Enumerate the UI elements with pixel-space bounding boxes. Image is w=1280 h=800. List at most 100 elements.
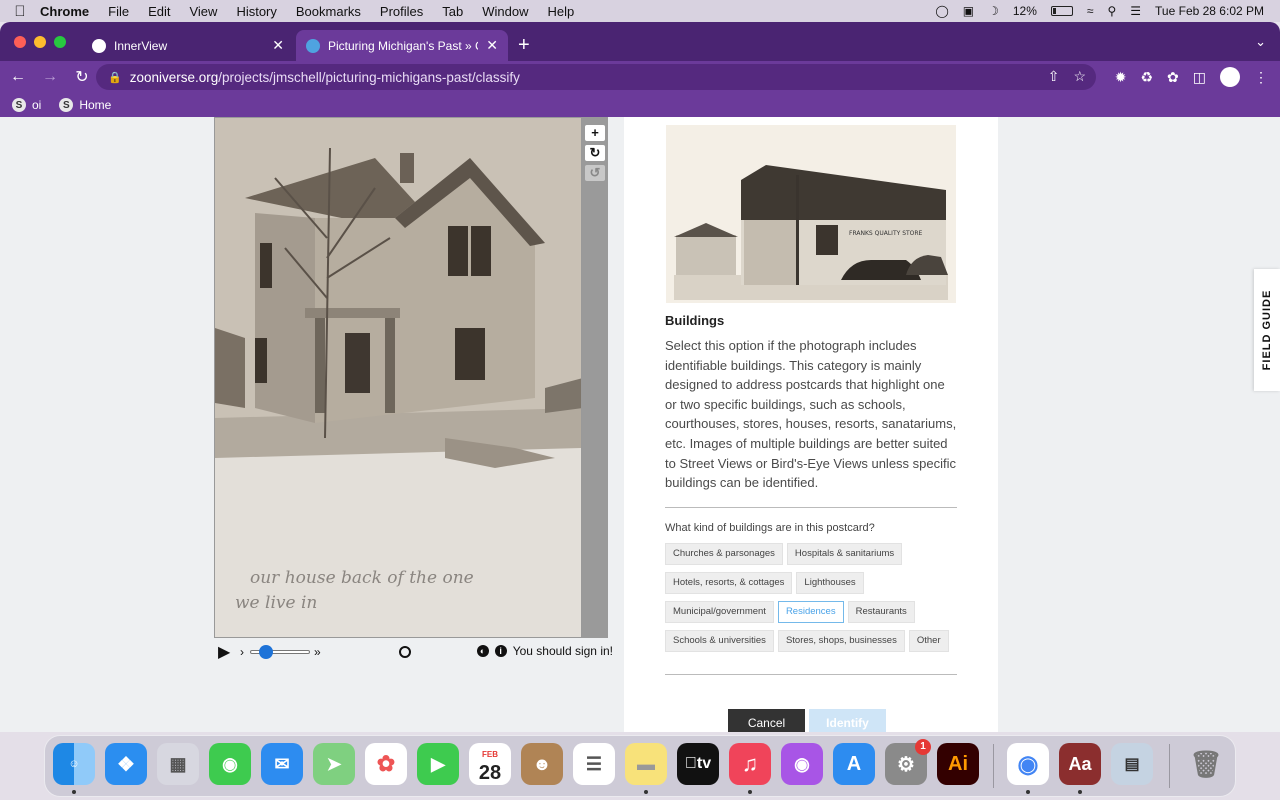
control-center-icon[interactable]: ☰ — [1130, 4, 1141, 18]
field-guide-tab[interactable]: FIELD GUIDE — [1254, 269, 1280, 391]
contacts-icon[interactable]: ☻ — [521, 743, 563, 785]
profile-avatar[interactable] — [1220, 67, 1240, 87]
menu-file[interactable]: File — [108, 4, 129, 19]
notes-icon[interactable]: ▬ — [625, 743, 667, 785]
new-tab-button[interactable]: + — [518, 34, 530, 57]
back-arrow-icon[interactable]: ← — [4, 68, 32, 86]
minimize-window-button[interactable] — [34, 36, 46, 48]
task-question: What kind of buildings are in this postc… — [665, 521, 875, 534]
chrome-icon[interactable]: ◉ — [1007, 743, 1049, 785]
choice-municipal[interactable]: Municipal/government — [665, 600, 774, 623]
photos-icon[interactable]: ✿ — [365, 743, 407, 785]
close-tab-icon[interactable]: ✕ — [272, 37, 284, 54]
menu-profiles[interactable]: Profiles — [380, 4, 423, 19]
zoom-window-button[interactable] — [54, 36, 66, 48]
reset-view-icon[interactable]: ↺ — [585, 165, 605, 181]
choice-other[interactable]: Other — [908, 629, 949, 652]
cancel-button[interactable]: Cancel — [728, 709, 805, 732]
play-icon[interactable]: ▶ — [218, 642, 240, 662]
close-tab-icon[interactable]: ✕ — [486, 37, 498, 54]
bookmark-home[interactable]: S Home — [59, 98, 111, 112]
tab-zooniverse[interactable]: Picturing Michigan's Past » Cla ✕ — [296, 30, 508, 61]
reminders-icon[interactable]: ☰ — [573, 743, 615, 785]
invert-contrast-icon[interactable]: ◐ — [476, 645, 489, 657]
identify-button[interactable]: Identify — [809, 709, 886, 732]
status-app-icon[interactable]: ▣ — [963, 4, 974, 18]
safari-icon[interactable]: ❖ — [105, 743, 147, 785]
slider-knob[interactable] — [259, 645, 273, 659]
choice-stores[interactable]: Stores, shops, businesses — [777, 629, 905, 652]
facetime-icon[interactable]: ▶ — [417, 743, 459, 785]
running-indicator — [1078, 790, 1082, 794]
trash-icon[interactable]: 🗑 — [1185, 743, 1227, 785]
preview-icon[interactable]: ▤ — [1111, 743, 1153, 785]
fast-forward-icon[interactable]: » — [314, 645, 321, 659]
choice-hospitals[interactable]: Hospitals & sanitariums — [786, 542, 903, 565]
tab-search-chevron-icon[interactable]: ⌄ — [1255, 34, 1266, 50]
reload-icon[interactable]: ↻ — [68, 67, 96, 87]
close-window-button[interactable] — [14, 36, 26, 48]
spotlight-search-icon[interactable]: ⚲ — [1107, 4, 1116, 18]
extension-leaf-icon[interactable]: ✿ — [1167, 69, 1179, 86]
menu-history[interactable]: History — [236, 4, 276, 19]
dictionary-icon[interactable]: Aa — [1059, 743, 1101, 785]
maps-icon[interactable]: ➤ — [313, 743, 355, 785]
tab-innerview[interactable]: InnerView ✕ — [82, 30, 294, 61]
task-buttons: Cancel Identify — [728, 709, 886, 732]
tab-strip: InnerView ✕ Picturing Michigan's Past » … — [0, 22, 1280, 61]
menu-bookmarks[interactable]: Bookmarks — [296, 4, 361, 19]
store-sign: FRANKS QUALITY STORE — [849, 230, 923, 237]
choice-lighthouses[interactable]: Lighthouses — [796, 571, 864, 594]
podcasts-icon[interactable]: ◉ — [781, 743, 823, 785]
subject-postcard-image[interactable]: our house back of the one we live in — [214, 117, 582, 638]
menu-bar-clock[interactable]: Tue Feb 28 6:02 PM — [1155, 4, 1264, 18]
menu-edit[interactable]: Edit — [148, 4, 170, 19]
running-indicator — [748, 790, 752, 794]
music-icon[interactable]: ♫ — [729, 743, 771, 785]
bookmark-oi[interactable]: S oi — [12, 98, 41, 112]
do-not-disturb-icon[interactable]: ☽ — [988, 4, 999, 18]
choice-schools[interactable]: Schools & universities — [665, 629, 774, 652]
chrome-menu-icon[interactable]: ⋮ — [1254, 69, 1268, 86]
menu-help[interactable]: Help — [548, 4, 575, 19]
frame-dot-filled[interactable] — [377, 646, 389, 658]
bookmark-star-icon[interactable]: ☆ — [1073, 68, 1086, 85]
rotate-icon[interactable]: ↻ — [585, 145, 605, 161]
system-preferences-icon[interactable]: ⚙ 1 — [885, 739, 931, 785]
apple-tv-icon[interactable]: tv — [677, 743, 719, 785]
frame-dot-empty[interactable] — [398, 646, 411, 658]
menu-window[interactable]: Window — [482, 4, 528, 19]
calendar-icon[interactable]: FEB 28 — [469, 743, 511, 785]
menu-view[interactable]: View — [189, 4, 217, 19]
wifi-icon[interactable]: ≈ — [1087, 4, 1094, 18]
choice-residences[interactable]: Residences — [777, 600, 844, 623]
battery-icon[interactable] — [1050, 6, 1073, 16]
browser-toolbar: ← → ↻ 🔒 zooniverse.org /projects/jmschel… — [0, 61, 1280, 93]
zoom-in-icon[interactable]: + — [585, 125, 605, 141]
finder-icon[interactable]: ☺ — [53, 743, 95, 785]
forward-arrow-icon[interactable]: → — [36, 68, 64, 86]
running-indicator — [72, 790, 76, 794]
chrome-window: InnerView ✕ Picturing Michigan's Past » … — [0, 22, 1280, 732]
extension-icon[interactable]: ✹ — [1115, 69, 1127, 86]
side-panel-icon[interactable]: ◫ — [1193, 69, 1206, 86]
choice-restaurants[interactable]: Restaurants — [847, 600, 915, 623]
mail-icon[interactable]: ✉ — [261, 743, 303, 785]
apple-menu-icon[interactable]:  — [0, 3, 40, 20]
illustrator-icon[interactable]: Ai — [937, 743, 979, 785]
step-chevron-icon[interactable]: › — [240, 645, 244, 659]
menu-tab[interactable]: Tab — [442, 4, 463, 19]
creative-cloud-icon[interactable]: ◯ — [935, 4, 948, 18]
address-bar[interactable]: 🔒 zooniverse.org /projects/jmschell/pict… — [96, 64, 1096, 90]
choice-hotels[interactable]: Hotels, resorts, & cottages — [665, 571, 793, 594]
choice-churches[interactable]: Churches & parsonages — [665, 542, 783, 565]
messages-icon[interactable]: ◉ — [209, 743, 251, 785]
extensions-puzzle-icon[interactable]: ♻ — [1140, 69, 1153, 86]
share-icon[interactable]: ⇧ — [1048, 68, 1060, 85]
lock-icon[interactable]: 🔒 — [108, 71, 122, 84]
launchpad-icon[interactable]: ▦ — [157, 743, 199, 785]
menu-chrome[interactable]: Chrome — [40, 4, 89, 19]
info-icon[interactable]: i — [494, 645, 507, 657]
speed-slider[interactable] — [250, 645, 310, 659]
app-store-icon[interactable]: A — [833, 743, 875, 785]
